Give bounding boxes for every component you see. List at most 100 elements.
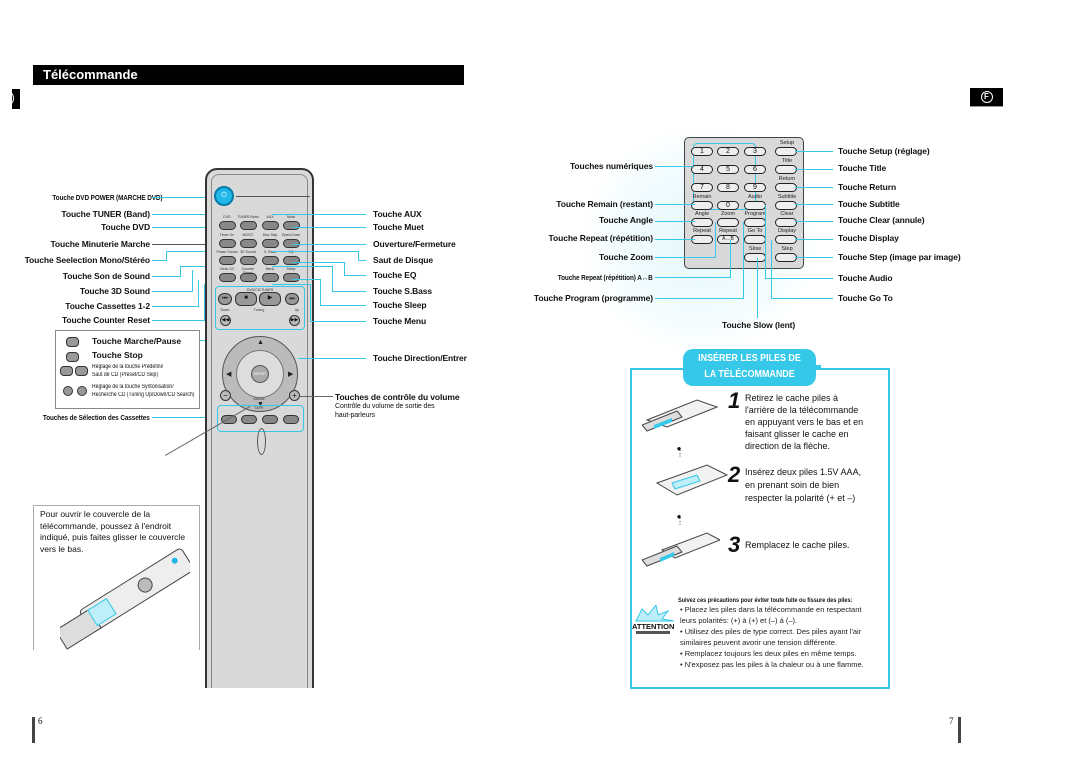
setup-key [775,147,797,156]
callout-line [292,262,344,263]
tape-play-button [283,415,299,424]
mono-stereo-button [240,239,257,248]
legend-search-line2: Recherche CD (Tuning Up/Down/CD Search) [92,392,195,398]
stop-button: ■ [235,292,257,306]
step-1-line4: faisant glisser le cache en [745,429,849,439]
callout-line [795,221,833,222]
callout-line [715,222,716,258]
battery-step2-illustration [655,464,729,496]
callout-line [765,278,833,279]
callout-line [771,298,833,299]
callout-line [310,284,311,321]
enter-button: ENTER [251,365,269,383]
search-down-icon [63,386,73,396]
tuning-up-button: ▶▶ [289,315,300,326]
battery-title-line2: LA TÉLÉCOMMANDE [704,368,795,380]
klabel-return: Return [778,176,796,182]
volume-label: Volume [253,397,265,401]
label-volume-desc1: Contrôle du volume de sortie des [335,403,435,410]
language-badge: F [970,88,1003,107]
callout-line [344,262,345,276]
label-disc-skip: Saut de Disque [373,255,434,265]
btn-label-tuner: TUNER Band [237,215,259,219]
return-key [775,183,797,192]
remote-divider [236,196,310,197]
label-mono-stereo: Touche Seelection Mono/Stéréo [24,255,151,265]
btn-label-mute: Mute [287,215,295,219]
callout-line [655,239,695,240]
arrow-up-icon: ▲ [257,339,264,346]
klabel-clear: Clear [780,211,794,217]
label-clear: Touche Clear (annule) [838,215,925,225]
callout-line [771,240,772,299]
label-zoom: Touche Zoom [599,252,653,262]
remote-cover-illustration [60,548,190,650]
disc-skip-button [262,239,279,248]
next-button: ⏭ [285,293,299,305]
callout-line [757,258,758,318]
step-connector-dots: ● ⋮ [676,444,684,458]
label-eq: Touche EQ [373,270,417,280]
callout-line [166,251,167,261]
label-counter-reset: Touche Counter Reset [61,315,150,325]
key-4: 4 [691,165,713,174]
step-2-line1: Insérez deux piles 1.5V AAA, [745,467,862,477]
label-step: Touche Step (image par image) [838,252,961,262]
left-page-number: 6 [38,716,43,726]
attention-item: leurs polarités: (+) à (+) et (–) à (–). [680,616,798,625]
key-7: 7 [691,183,713,192]
btn-label-most: MO/ST [242,233,254,237]
mute-button [283,221,300,230]
tuning-down-button: ◀◀ [220,315,231,326]
callout-line [292,227,366,228]
label-program: Touche Program (programme) [533,293,653,303]
aux-button [262,221,279,230]
subtitle-key [775,201,797,210]
up-label: Up [294,308,300,312]
klabel-repeat: Repeat [693,228,711,234]
callout-line [655,204,695,205]
key-2: 2 [717,147,739,156]
down-label: Down [220,308,230,312]
svg-text:ATTENTION: ATTENTION [632,622,674,631]
klabel-display: Display [777,228,797,234]
title-key [775,165,797,174]
step-3-number: 3 [728,532,741,557]
klabel-setup: Setup [779,140,795,146]
arrow-left-icon: ◀ [226,371,232,378]
label-cassette-select: Touches de Sélection des Cassettes [43,413,150,422]
callout-line [795,239,833,240]
label-slow: Touche Slow (lent) [722,320,796,330]
klabel-step: Step [781,246,793,252]
label-return: Touche Return [838,182,897,192]
klabel-subtitle: Subtitle [777,194,797,200]
attention-title: Suivez ces précautions pour éviter toute… [678,597,853,604]
label-subtitle: Touche Subtitle [838,199,900,209]
btn-label-open-close: Open/Close [281,233,301,237]
label-cassettes: Touche Cassettes 1-2 [65,301,150,311]
callout-line [344,275,366,276]
step-connector-dots: ● ⋮ [676,512,684,526]
label-sbass: Touche S.Bass [373,286,433,296]
skip-forward-icon [75,366,88,376]
clear-key [775,218,797,227]
callout-line [152,306,198,307]
klabel-audio: Audio [747,194,763,200]
callout-line [795,151,833,152]
eq-button [283,256,300,265]
callout-line [300,396,333,397]
label-menu: Touche Menu [373,316,427,326]
power-sound-button [219,256,236,265]
klabel-zoom: Zoom [720,211,736,217]
label-repeat: Touche Repeat (répétition) [548,233,654,243]
skip-back-icon [60,366,73,376]
volume-up-button: + [289,390,300,401]
callout-line [655,221,695,222]
btn-label-timer: Timer On [219,233,235,237]
callout-line [655,166,693,167]
callout-line [292,244,366,245]
label-3d-sound: Touche 3D Sound [79,286,150,296]
label-sleep: Touche Sleep [373,300,427,310]
attention-item: similaires peuvent avorir une tension di… [680,638,838,647]
attention-badge-icon: ATTENTION [632,605,674,634]
